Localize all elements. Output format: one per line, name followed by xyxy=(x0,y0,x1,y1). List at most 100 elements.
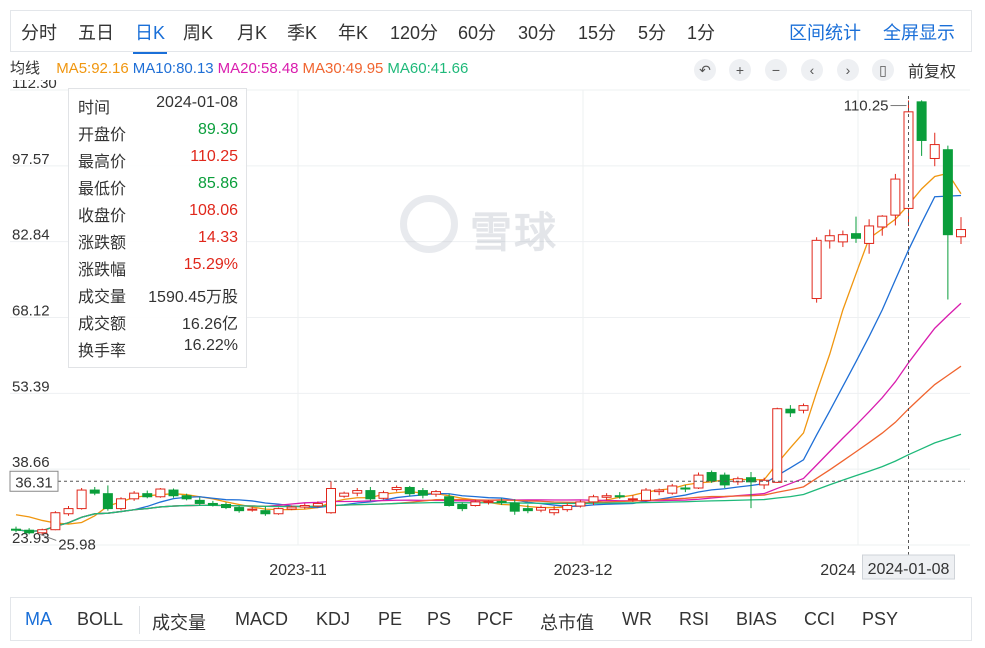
candle-info-panel: 时间 2024-01-08 开盘价 89.30 最高价 110.25 最低价 85.86 收盘价… xyxy=(68,88,247,368)
indicator-tab-4[interactable]: KDJ xyxy=(316,609,350,630)
candle-body xyxy=(522,508,533,512)
ma-legend-label: 均线 xyxy=(10,60,41,77)
candle-body xyxy=(956,229,966,238)
ma-legend-item-1: MA10:80.13 xyxy=(132,60,214,77)
tab-period-6[interactable]: 年K xyxy=(338,19,368,45)
candle-body xyxy=(457,503,468,510)
indicator-tab-5[interactable]: PE xyxy=(378,609,402,630)
tab-period-7[interactable]: 120分 xyxy=(390,19,438,45)
info-row: 最低价 85.86 xyxy=(78,175,238,198)
candle-body xyxy=(719,474,730,486)
info-row: 换手率 16.22% xyxy=(78,337,238,360)
indicator-tab-12[interactable]: CCI xyxy=(804,609,835,630)
candle-body xyxy=(654,489,665,493)
info-key: 换手率 xyxy=(78,343,127,360)
scroll-left-icon[interactable]: ‹ xyxy=(801,59,823,81)
candle-body xyxy=(299,505,310,508)
candle-body xyxy=(837,234,848,243)
indicator-tab-9[interactable]: WR xyxy=(622,609,652,630)
candle-body xyxy=(890,178,901,216)
candle-body xyxy=(89,489,100,494)
scroll-right-icon[interactable]: › xyxy=(837,59,859,81)
tab-period-12[interactable]: 1分 xyxy=(687,19,715,45)
y-tick-label: 97.57 xyxy=(12,151,50,168)
candle-body xyxy=(194,499,205,504)
snowball-logo-icon xyxy=(400,195,458,253)
candle-body xyxy=(864,225,875,244)
candle-body xyxy=(207,502,218,506)
candle-body xyxy=(352,490,363,494)
y-tick-label: 112.30 xyxy=(12,80,57,92)
candle-body xyxy=(536,507,546,511)
tab-period-11[interactable]: 5分 xyxy=(638,19,666,45)
info-row: 涨跌幅 15.29% xyxy=(78,256,238,279)
tab-period-9[interactable]: 30分 xyxy=(518,19,556,45)
info-value: 89.30 xyxy=(197,121,238,138)
candle-body xyxy=(601,495,612,498)
tab-period-4[interactable]: 月K xyxy=(237,19,267,45)
tab-period-10[interactable]: 15分 xyxy=(578,19,616,45)
indicator-tab-8[interactable]: 总市值 xyxy=(540,609,594,635)
tab-period-3[interactable]: 周K xyxy=(183,19,213,45)
indicator-tab-10[interactable]: RSI xyxy=(679,609,709,630)
info-key: 涨跌额 xyxy=(78,235,127,252)
fullscreen-button[interactable]: 全屏显示 xyxy=(883,19,955,45)
indicator-tabs: MA BOLL 成交量 MACD KDJ PE PS PCF 总市值 WR RSI BIAS CCI PS… xyxy=(10,597,972,641)
indicator-tab-2[interactable]: 成交量 xyxy=(152,609,206,635)
info-key: 最低价 xyxy=(78,181,127,198)
candle-body xyxy=(549,509,560,514)
ma-legend-item-3: MA30:49.95 xyxy=(302,60,384,77)
candle-body xyxy=(417,490,428,496)
candle-body xyxy=(404,486,415,495)
info-row: 成交量 1590.45万股 xyxy=(78,283,238,306)
indicator-tab-6[interactable]: PS xyxy=(427,609,451,630)
candle-body xyxy=(483,500,494,503)
candle-body xyxy=(221,503,231,509)
indicator-tab-11[interactable]: BIAS xyxy=(736,609,777,630)
ma60-line xyxy=(15,433,962,532)
candle-body xyxy=(234,507,245,512)
candle-body xyxy=(273,508,284,515)
candle-body xyxy=(11,528,21,531)
info-value: 15.29% xyxy=(183,256,238,273)
candle-body xyxy=(168,489,179,497)
candle-type-icon[interactable]: ▯ xyxy=(872,59,894,81)
tab-period-2[interactable]: 日K xyxy=(132,19,168,54)
ma-legend-item-4: MA60:41.66 xyxy=(387,60,469,77)
low-marker-label: 25.98 xyxy=(58,536,96,553)
candle-body xyxy=(575,501,586,507)
tab-period-8[interactable]: 60分 xyxy=(458,19,496,45)
info-value: 2024-01-08 xyxy=(156,94,238,111)
range-stats-button[interactable]: 区间统计 xyxy=(789,19,861,45)
tab-period-1[interactable]: 五日 xyxy=(78,19,114,45)
info-value: 108.06 xyxy=(189,202,238,219)
candle-body xyxy=(391,486,402,491)
candle-body xyxy=(667,485,678,494)
info-key: 时间 xyxy=(78,100,111,117)
undo-icon[interactable]: ↶ xyxy=(694,59,716,81)
candle-body xyxy=(24,529,35,534)
candle-body xyxy=(142,493,153,498)
crosshair-price-label: 36.31 xyxy=(15,474,53,491)
tab-period-5[interactable]: 季K xyxy=(287,19,317,45)
candle-body xyxy=(129,492,140,500)
zoom-out-icon[interactable]: − xyxy=(765,59,787,81)
candle-body xyxy=(942,149,953,236)
info-value: 1590.45万股 xyxy=(148,289,238,306)
indicator-tab-13[interactable]: PSY xyxy=(862,609,898,630)
indicator-tab-7[interactable]: PCF xyxy=(477,609,513,630)
high-marker-label: 110.25 xyxy=(844,98,889,115)
adjust-mode-button[interactable]: 前复权 xyxy=(908,58,956,82)
candle-body xyxy=(76,489,87,510)
indicator-tab-1[interactable]: BOLL xyxy=(77,609,123,630)
tab-period-0[interactable]: 分时 xyxy=(21,19,57,45)
candle-body xyxy=(312,502,323,507)
indicator-tab-3[interactable]: MACD xyxy=(235,609,288,630)
x-tick-label: 2023-11 xyxy=(269,562,327,579)
candle-body xyxy=(286,506,297,510)
zoom-in-icon[interactable]: + xyxy=(729,59,751,81)
candle-body xyxy=(116,498,126,510)
candle-body xyxy=(627,498,638,501)
indicator-tab-0[interactable]: MA xyxy=(25,609,52,630)
candle-body xyxy=(680,487,691,490)
